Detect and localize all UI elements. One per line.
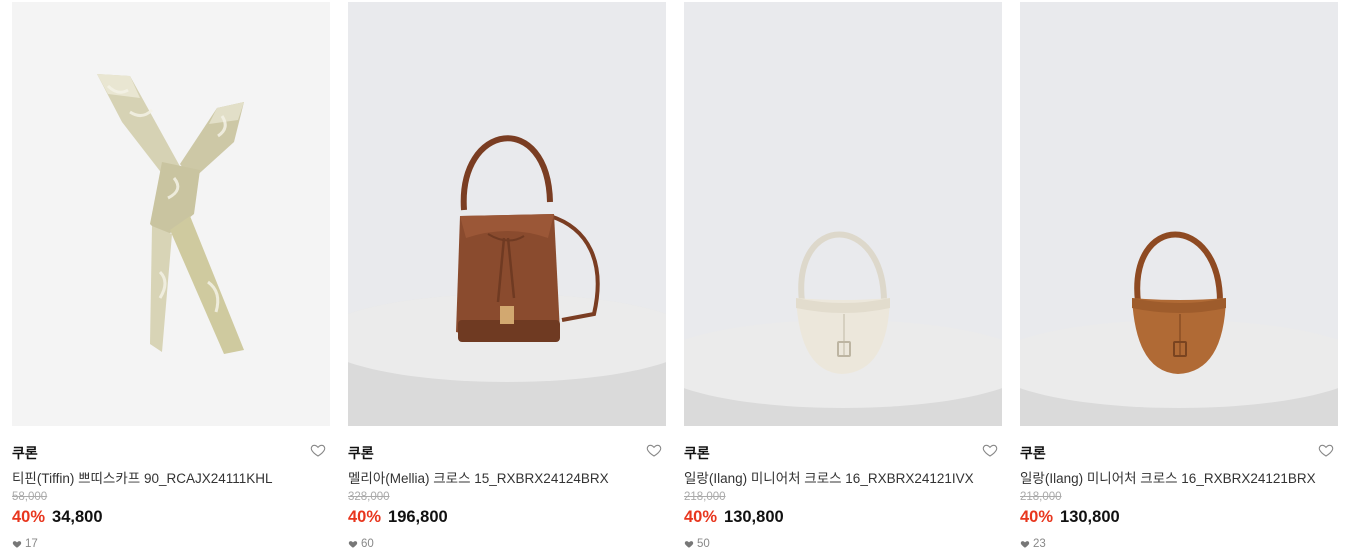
sale-price: 196,800 <box>388 508 448 526</box>
heart-filled-icon <box>1020 541 1030 548</box>
like-count: 60 <box>348 538 374 550</box>
discount-rate: 40% <box>684 508 718 526</box>
like-count-value: 23 <box>1033 538 1046 550</box>
like-count-value: 50 <box>697 538 710 550</box>
product-image[interactable] <box>348 2 666 426</box>
product-name[interactable]: 일랑(Ilang) 미니어처 크로스 16_RXBRX24121BRX <box>1020 467 1316 487</box>
discount-rate: 40% <box>1020 508 1054 526</box>
product-image[interactable] <box>684 2 1002 426</box>
wishlist-heart-icon[interactable] <box>1318 442 1334 458</box>
product-image[interactable] <box>1020 2 1338 426</box>
brand-name[interactable]: 쿠론 <box>684 443 710 463</box>
product-card[interactable]: 쿠론 티핀(Tiffin) 쁘띠스카프 90_RCAJX24111KHL 58,… <box>12 2 330 558</box>
hobo-bag-brown-image <box>1020 2 1338 426</box>
product-card[interactable]: 쿠론 일랑(Ilang) 미니어처 크로스 16_RXBRX24121BRX 2… <box>1020 2 1338 558</box>
original-price: 218,000 <box>1020 491 1062 503</box>
scarf-image <box>12 2 330 426</box>
original-price: 328,000 <box>348 491 390 503</box>
sale-price: 34,800 <box>52 508 103 526</box>
like-count-value: 17 <box>25 538 38 550</box>
heart-filled-icon <box>684 541 694 548</box>
product-name[interactable]: 멜리아(Mellia) 크로스 15_RXBRX24124BRX <box>348 467 609 487</box>
brand-name[interactable]: 쿠론 <box>348 443 374 463</box>
price-row: 40% 130,800 <box>684 508 784 527</box>
heart-filled-icon <box>12 541 22 548</box>
product-image[interactable] <box>12 2 330 426</box>
price-row: 40% 196,800 <box>348 508 448 527</box>
product-card[interactable]: 쿠론 일랑(Ilang) 미니어처 크로스 16_RXBRX24121IVX 2… <box>684 2 1002 558</box>
original-price: 58,000 <box>12 491 48 503</box>
original-price: 218,000 <box>684 491 726 503</box>
discount-rate: 40% <box>348 508 382 526</box>
product-name[interactable]: 일랑(Ilang) 미니어처 크로스 16_RXBRX24121IVX <box>684 467 974 487</box>
price-row: 40% 130,800 <box>1020 508 1120 527</box>
like-count: 50 <box>684 538 710 550</box>
brand-name[interactable]: 쿠론 <box>1020 443 1046 463</box>
hobo-bag-ivory-image <box>684 2 1002 426</box>
bucket-bag-image <box>348 2 666 426</box>
wishlist-heart-icon[interactable] <box>646 442 662 458</box>
product-name[interactable]: 티핀(Tiffin) 쁘띠스카프 90_RCAJX24111KHL <box>12 467 273 487</box>
product-card[interactable]: 쿠론 멜리아(Mellia) 크로스 15_RXBRX24124BRX 328,… <box>348 2 666 558</box>
wishlist-heart-icon[interactable] <box>310 442 326 458</box>
sale-price: 130,800 <box>1060 508 1120 526</box>
sale-price: 130,800 <box>724 508 784 526</box>
discount-rate: 40% <box>12 508 46 526</box>
like-count: 17 <box>12 538 38 550</box>
brand-name[interactable]: 쿠론 <box>12 443 38 463</box>
like-count-value: 60 <box>361 538 374 550</box>
heart-filled-icon <box>348 541 358 548</box>
wishlist-heart-icon[interactable] <box>982 442 998 458</box>
product-grid: 쿠론 티핀(Tiffin) 쁘띠스카프 90_RCAJX24111KHL 58,… <box>0 0 1346 558</box>
price-row: 40% 34,800 <box>12 508 103 527</box>
like-count: 23 <box>1020 538 1046 550</box>
